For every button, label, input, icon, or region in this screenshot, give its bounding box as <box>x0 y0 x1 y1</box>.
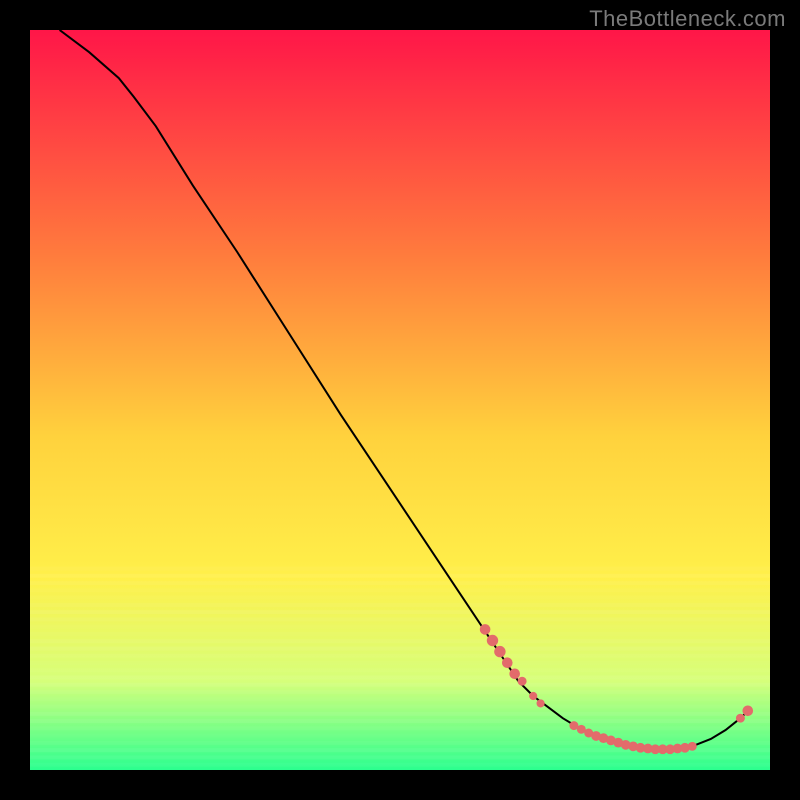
watermark-text: TheBottleneck.com <box>589 6 786 32</box>
data-marker <box>509 669 520 680</box>
data-marker <box>529 692 537 700</box>
data-marker <box>480 624 491 635</box>
data-marker <box>688 742 697 751</box>
data-marker <box>502 657 513 668</box>
data-marker <box>494 646 505 657</box>
data-marker <box>537 699 545 707</box>
data-marker <box>736 714 745 723</box>
data-marker <box>518 677 527 686</box>
chart-svg <box>30 30 770 770</box>
data-marker <box>487 635 498 646</box>
gradient-background <box>30 30 770 770</box>
chart-stage: TheBottleneck.com <box>0 0 800 800</box>
plot-area <box>30 30 770 770</box>
data-marker <box>743 706 754 717</box>
